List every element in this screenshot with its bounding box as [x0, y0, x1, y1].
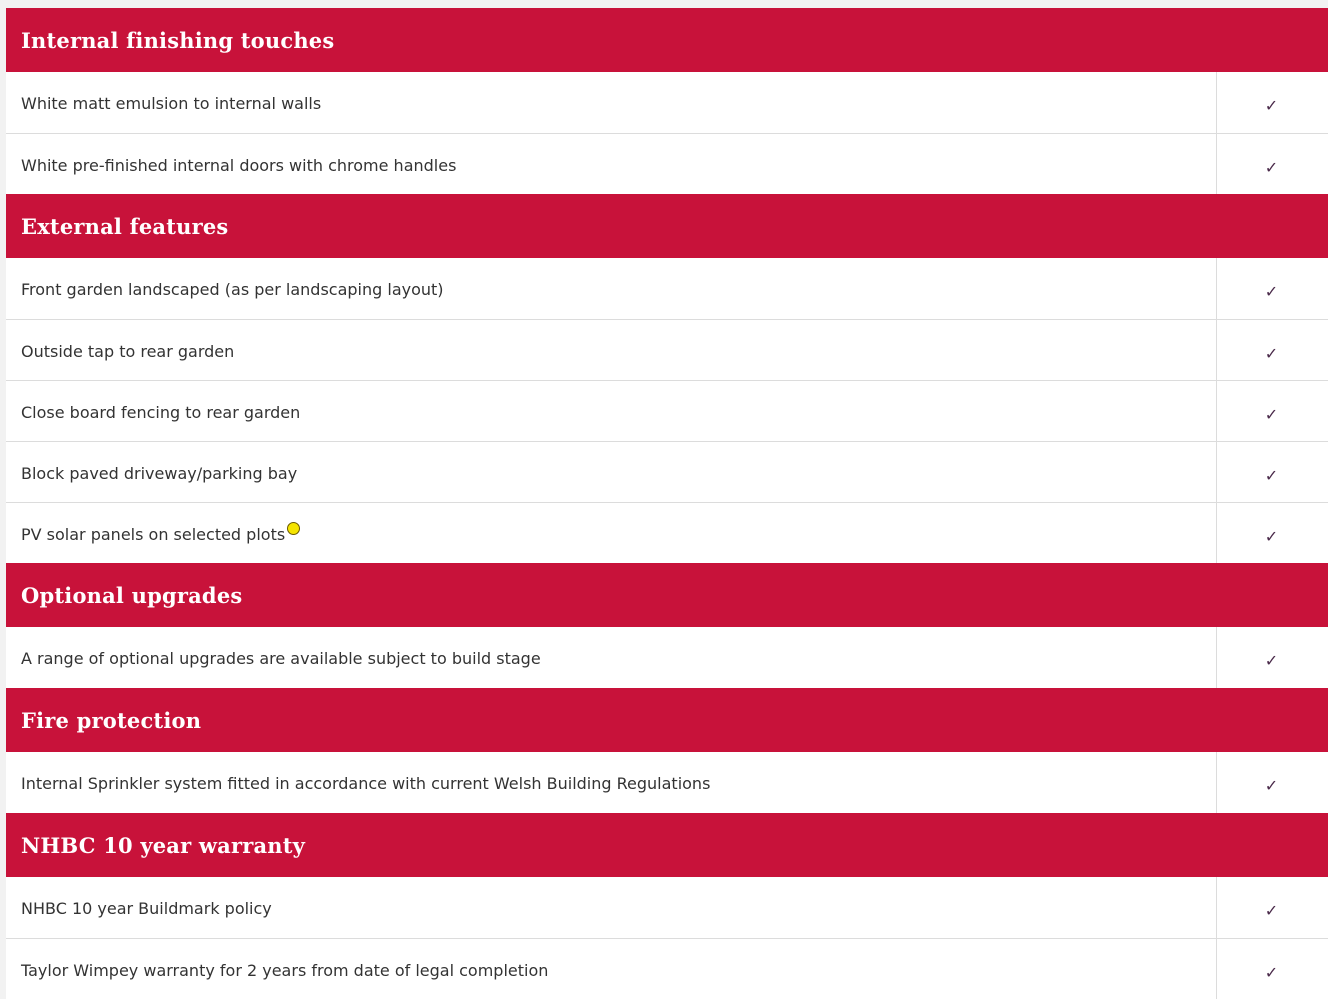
table-row: Taylor Wimpey warranty for 2 years from …: [6, 938, 1328, 999]
row-label: A range of optional upgrades are availab…: [21, 649, 541, 668]
table-row: Block paved driveway/parking bay ✓: [6, 441, 1328, 502]
check-icon: ✓: [1216, 877, 1328, 938]
section-header-nhbc-warranty: NHBC 10 year warranty: [6, 813, 1328, 877]
yellow-dot-marker-icon: [287, 521, 301, 535]
check-icon: ✓: [1216, 627, 1328, 688]
row-label: NHBC 10 year Buildmark policy: [21, 899, 272, 918]
check-icon: ✓: [1216, 381, 1328, 441]
row-label: Outside tap to rear garden: [21, 341, 235, 361]
check-icon: ✓: [1216, 939, 1328, 999]
table-row: Outside tap to rear garden ✓: [6, 319, 1328, 380]
section-header-external-features: External features: [6, 194, 1328, 258]
row-label: White matt emulsion to internal walls: [21, 94, 322, 113]
row-label: Taylor Wimpey warranty for 2 years from …: [21, 960, 549, 980]
row-label: Close board fencing to rear garden: [21, 402, 301, 422]
table-row: White matt emulsion to internal walls ✓: [6, 72, 1328, 133]
section-header-optional-upgrades: Optional upgrades: [6, 563, 1328, 627]
check-icon: ✓: [1216, 258, 1328, 319]
section-header-fire-protection: Fire protection: [6, 688, 1328, 752]
table-row: Close board fencing to rear garden ✓: [6, 380, 1328, 441]
row-label: Block paved driveway/parking bay: [21, 463, 298, 483]
table-row: White pre-finished internal doors with c…: [6, 133, 1328, 194]
table-row: Front garden landscaped (as per landscap…: [6, 258, 1328, 319]
check-icon: ✓: [1216, 503, 1328, 563]
section-header-internal-finishing: Internal finishing touches: [6, 8, 1328, 72]
table-row: PV solar panels on selected plots ✓: [6, 502, 1328, 563]
check-icon: ✓: [1216, 752, 1328, 813]
row-label: White pre-finished internal doors with c…: [21, 155, 457, 175]
row-label: Front garden landscaped (as per landscap…: [21, 280, 444, 299]
table-row: NHBC 10 year Buildmark policy ✓: [6, 877, 1328, 938]
specification-table: Internal finishing touches White matt em…: [6, 8, 1328, 999]
check-icon: ✓: [1216, 134, 1328, 194]
table-row: A range of optional upgrades are availab…: [6, 627, 1328, 688]
table-row: Internal Sprinkler system fitted in acco…: [6, 752, 1328, 813]
row-label: Internal Sprinkler system fitted in acco…: [21, 774, 711, 793]
row-label-text: PV solar panels on selected plots: [21, 524, 286, 544]
check-icon: ✓: [1216, 442, 1328, 502]
check-icon: ✓: [1216, 320, 1328, 380]
row-label-with-marker: PV solar panels on selected plots: [6, 503, 1216, 563]
check-icon: ✓: [1216, 72, 1328, 133]
